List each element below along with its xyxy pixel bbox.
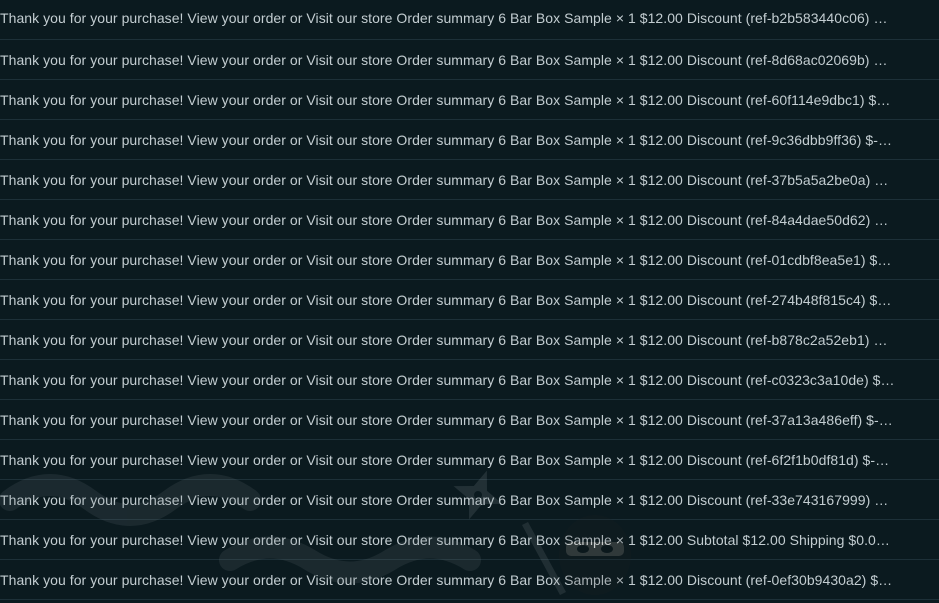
message-list: Thank you for your purchase! View your o… — [0, 0, 939, 603]
list-item[interactable]: Thank you for your purchase! View your o… — [0, 560, 939, 600]
list-item[interactable]: Thank you for your purchase! View your o… — [0, 400, 939, 440]
message-snippet: Thank you for your purchase! View your o… — [0, 91, 891, 108]
message-snippet: Thank you for your purchase! View your o… — [0, 531, 890, 548]
list-item[interactable]: Thank you for your purchase! View your o… — [0, 200, 939, 240]
message-snippet: Thank you for your purchase! View your o… — [0, 291, 892, 308]
list-item[interactable]: Thank you for your purchase! View your o… — [0, 360, 939, 400]
list-item[interactable]: Thank you for your purchase! View your o… — [0, 520, 939, 560]
message-snippet: Thank you for your purchase! View your o… — [0, 371, 895, 388]
list-item[interactable]: Thank you for your purchase! View your o… — [0, 0, 939, 40]
message-snippet: Thank you for your purchase! View your o… — [0, 171, 889, 188]
message-snippet: Thank you for your purchase! View your o… — [0, 10, 888, 26]
message-snippet: Thank you for your purchase! View your o… — [0, 491, 889, 508]
list-item[interactable]: Thank you for your purchase! View your o… — [0, 80, 939, 120]
message-snippet: Thank you for your purchase! View your o… — [0, 51, 888, 68]
message-snippet: Thank you for your purchase! View your o… — [0, 571, 893, 588]
message-snippet: Thank you for your purchase! View your o… — [0, 331, 888, 348]
list-item[interactable]: Thank you for your purchase! View your o… — [0, 480, 939, 520]
message-snippet: Thank you for your purchase! View your o… — [0, 251, 892, 268]
message-snippet: Thank you for your purchase! View your o… — [0, 451, 890, 468]
message-snippet: Thank you for your purchase! View your o… — [0, 131, 892, 148]
message-snippet: Thank you for your purchase! View your o… — [0, 411, 893, 428]
list-item[interactable]: Thank you for your purchase! View your o… — [0, 320, 939, 360]
list-item[interactable]: Thank you for your purchase! View your o… — [0, 240, 939, 280]
list-item[interactable]: Thank you for your purchase! View your o… — [0, 440, 939, 480]
message-snippet: Thank you for your purchase! View your o… — [0, 211, 889, 228]
list-item[interactable]: Thank you for your purchase! View your o… — [0, 120, 939, 160]
list-item[interactable]: Thank you for your purchase! View your o… — [0, 40, 939, 80]
list-item[interactable]: Thank you for your purchase! View your o… — [0, 280, 939, 320]
list-item[interactable]: Thank you for your purchase! View your o… — [0, 160, 939, 200]
